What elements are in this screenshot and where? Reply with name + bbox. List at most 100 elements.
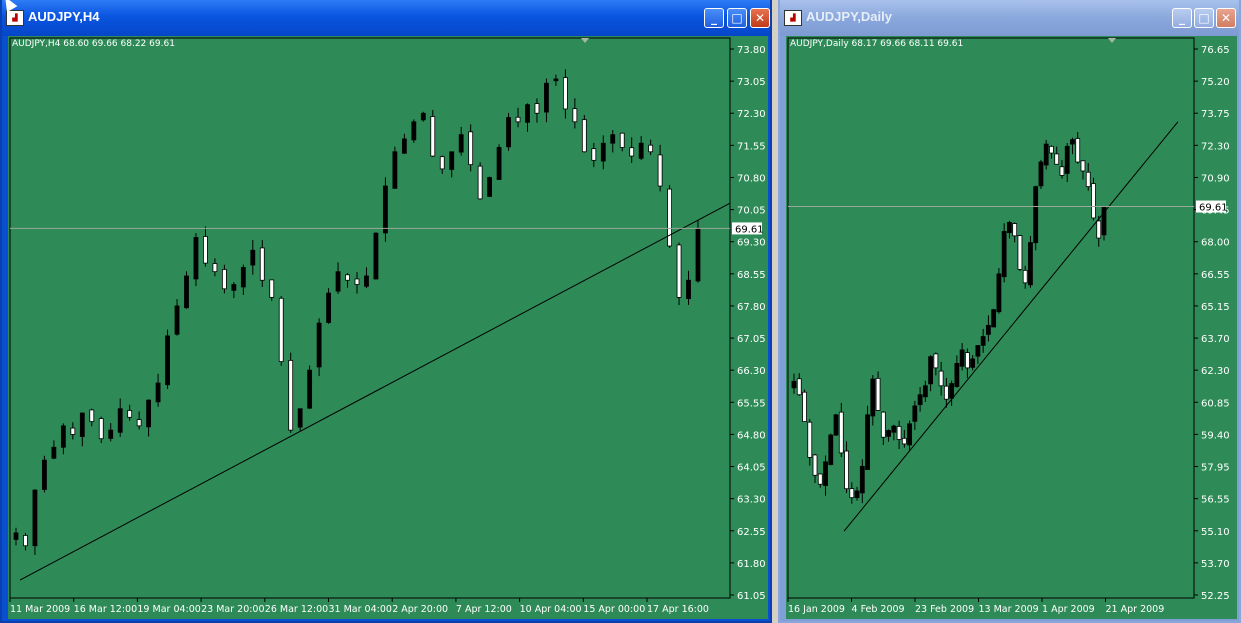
y-tick-label: 73.75 [1201,109,1230,120]
candle-body [1080,160,1086,172]
candle-body [1096,220,1102,239]
candle-body [928,356,934,385]
candle-body [667,188,672,247]
y-tick-label: 75.20 [1201,77,1230,88]
y-tick-label: 64.05 [737,463,766,474]
y-tick-label: 68.55 [737,270,766,281]
candle-body [430,116,436,157]
candle-body [240,266,246,288]
x-tick-label: 16 Mar 12:00 [74,604,137,615]
y-tick-label: 63.30 [737,495,766,506]
x-tick-label: 10 Apr 04:00 [520,604,582,615]
candle-body [221,269,227,290]
candle-body [695,228,701,282]
y-tick-label: 70.90 [1201,173,1230,184]
candle-body [401,138,407,154]
candle-body [515,116,521,123]
candle-body [278,297,284,363]
candle-body [155,382,161,403]
x-tick-label: 26 Mar 12:00 [265,604,328,615]
chart-canvas[interactable]: 73.80 73.05 72.30 71.55 70.80 70.05 69.30 68.55… [8,36,768,619]
candle-body [439,156,445,170]
candle-body [1075,138,1081,163]
candle-body [307,369,313,409]
candle-body [335,271,341,292]
y-tick-label: 61.05 [737,591,766,602]
candle-body [823,461,828,486]
candle-body [875,377,881,411]
chart-shift-marker-icon [1108,38,1116,43]
candle-body [51,446,57,459]
candle-body [954,362,960,387]
candle-body [326,292,331,323]
candle-body [629,147,635,157]
candle-body [896,426,902,440]
y-tick-label: 60.85 [1201,398,1230,409]
candle-body [912,405,918,422]
candle-body [1059,166,1065,176]
minimize-button[interactable]: _ [1172,8,1192,28]
candle-body [996,273,1002,313]
candle-body [136,419,142,427]
plot-frame [9,37,731,599]
candle-body [802,391,807,422]
y-tick-label: 67.80 [737,302,766,313]
candle-body [373,232,379,280]
candle-body [1028,242,1033,286]
ohlc-info: AUDJPY,Daily 68.17 69.66 68.11 69.61 [790,39,964,49]
minimize-button[interactable]: _ [704,8,724,28]
candle-body [1070,139,1075,145]
window-title: AUDJPY,H4 [28,9,100,24]
candle-body [1017,235,1023,270]
maximize-button[interactable]: □ [1194,8,1214,28]
chart-shift-marker-icon [581,38,589,43]
chart-window-daily[interactable]: ▟ AUDJPY,Daily _ □ ✕ 76.65 75.20 73.75 72.3… [778,0,1241,623]
candle-body [1001,230,1007,278]
candle-body [1043,143,1049,166]
candle-body [316,322,322,368]
y-tick-label: 70.05 [737,206,766,217]
candle-body [487,177,493,197]
candle-body [933,353,939,369]
candle-body [1007,222,1012,234]
x-tick-label: 4 Feb 2009 [852,604,905,615]
candle-body [525,104,530,123]
candle-body [127,410,133,418]
candle-body [1091,183,1096,219]
candle-body [477,165,483,200]
y-tick-label: 65.55 [737,398,766,409]
candle-body [288,359,294,431]
x-tick-label: 21 Apr 2009 [1106,604,1165,615]
y-tick-label: 64.80 [737,430,766,441]
chart-window-h4[interactable]: ▟ AUDJPY,H4 _ □ ✕ 73.80 73.05 72.30 71.55 70… [0,0,772,623]
candle-body [1033,186,1039,244]
window-title-bar[interactable]: ▟ AUDJPY,Daily _ □ ✕ [780,0,1239,36]
candle-body [1049,145,1054,154]
price-chart[interactable]: 73.80 73.05 72.30 71.55 70.80 70.05 69.30 68.55… [8,36,768,619]
close-button[interactable]: ✕ [750,8,770,28]
x-tick-label: 1 Apr 2009 [1042,604,1095,615]
candle-body [108,429,114,439]
candle-body [949,383,955,399]
candle-body [686,279,691,300]
y-tick-label: 66.30 [737,366,766,377]
candle-body [411,121,417,141]
chart-window-icon: ▟ [784,10,802,26]
candle-body [165,335,170,386]
maximize-button[interactable]: □ [727,8,747,28]
candle-body [468,131,474,166]
candle-body [854,490,860,498]
candle-body [991,309,997,328]
candle-body [544,82,549,113]
y-tick-label: 71.55 [737,141,766,152]
price-chart[interactable]: 76.6575.2073.7572.3070.9069.4568.0066.55… [786,36,1237,619]
candle-body [562,77,568,110]
close-button[interactable]: ✕ [1216,8,1236,28]
window-title-bar[interactable]: ▟ AUDJPY,H4 _ □ ✕ [2,0,770,36]
candle-body [392,151,398,189]
candle-body [534,103,540,114]
candle-body [364,275,369,287]
candle-body [117,408,123,433]
candle-body [938,370,944,387]
chart-canvas[interactable]: 76.6575.2073.7572.3070.9069.4568.0066.55… [786,36,1237,619]
